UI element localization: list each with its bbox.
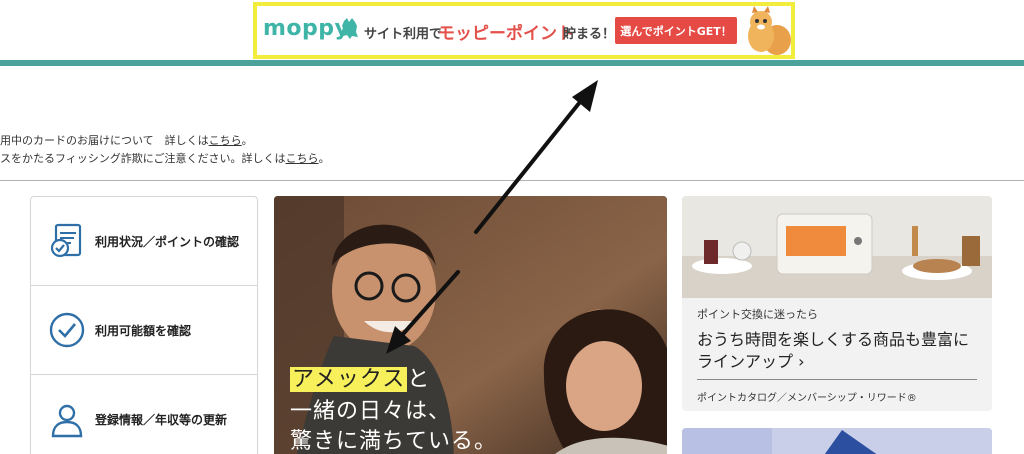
squirrel-mascot-icon [748, 6, 791, 55]
card-footer: ポイントカタログ／メンバーシップ・リワード® [697, 393, 917, 404]
moppy-ad-banner[interactable]: moppy サイト利用で モッピーポイント 貯まる！ 選んでポイントGET！ [253, 2, 795, 59]
card-photo [682, 196, 992, 298]
hero-headline-line3: 驚きに満ちている。 [290, 429, 498, 454]
menu-label: 利用状況／ポイントの確認 [95, 234, 240, 249]
banner-text-suffix: 貯まる！ [563, 27, 616, 42]
check-circle-icon [49, 312, 85, 348]
menu-label: 登録情報／年収等の更新 [95, 413, 228, 427]
menu-usage-points[interactable]: 利用状況／ポイントの確認 [31, 197, 257, 286]
card2-photo [682, 428, 992, 454]
hero-banner[interactable]: アメックスと 一緒の日々は、 驚きに満ちている。 [274, 196, 667, 454]
account-side-menu: 利用状況／ポイントの確認 利用可能額を確認 登録情報／年収等の更新 [30, 196, 258, 454]
receipt-check-icon [50, 223, 82, 258]
moppy-logo: moppy [263, 16, 350, 41]
card-title[interactable]: おうち時間を楽しくする商品も豊富にラインアップ › [697, 329, 982, 373]
notice-item: スをかたるフィッシング詐欺にご注意ください。詳しくはこちら。 [0, 152, 330, 165]
hero-headline-line2: 一緒の日々は、 [290, 399, 452, 424]
notice-link[interactable]: こちら [209, 134, 242, 147]
card-divider [697, 379, 977, 380]
notice-item: 用中のカードのお届けについて 詳しくはこちら。 [0, 134, 253, 147]
notice-divider [0, 180, 1024, 181]
menu-available-limit[interactable]: 利用可能額を確認 [31, 286, 257, 375]
banner-cta-button[interactable]: 選んでポイントGET！ [615, 17, 737, 44]
notice-link[interactable]: こちら [286, 152, 319, 165]
hero-headline-line1: アメックスと [290, 367, 431, 392]
card-subtitle: ポイント交換に迷ったら [697, 308, 818, 321]
second-promo-card[interactable] [682, 428, 992, 454]
menu-registration-info[interactable]: 登録情報／年収等の更新 [31, 375, 257, 454]
points-catalog-card[interactable]: ポイント交換に迷ったら おうち時間を楽しくする商品も豊富にラインアップ › ポイ… [682, 196, 992, 411]
banner-text-prefix: サイト利用で [364, 27, 443, 42]
hero-highlight: アメックス [290, 367, 408, 392]
menu-label: 利用可能額を確認 [95, 323, 192, 338]
notice-list: 用中のカードのお届けについて 詳しくはこちら。 スをかたるフィッシング詐欺にご注… [0, 132, 330, 168]
header-divider [0, 60, 1024, 66]
user-icon [51, 404, 83, 437]
banner-text-points: モッピーポイント [438, 24, 574, 44]
moppy-mascot-icon [342, 18, 358, 39]
